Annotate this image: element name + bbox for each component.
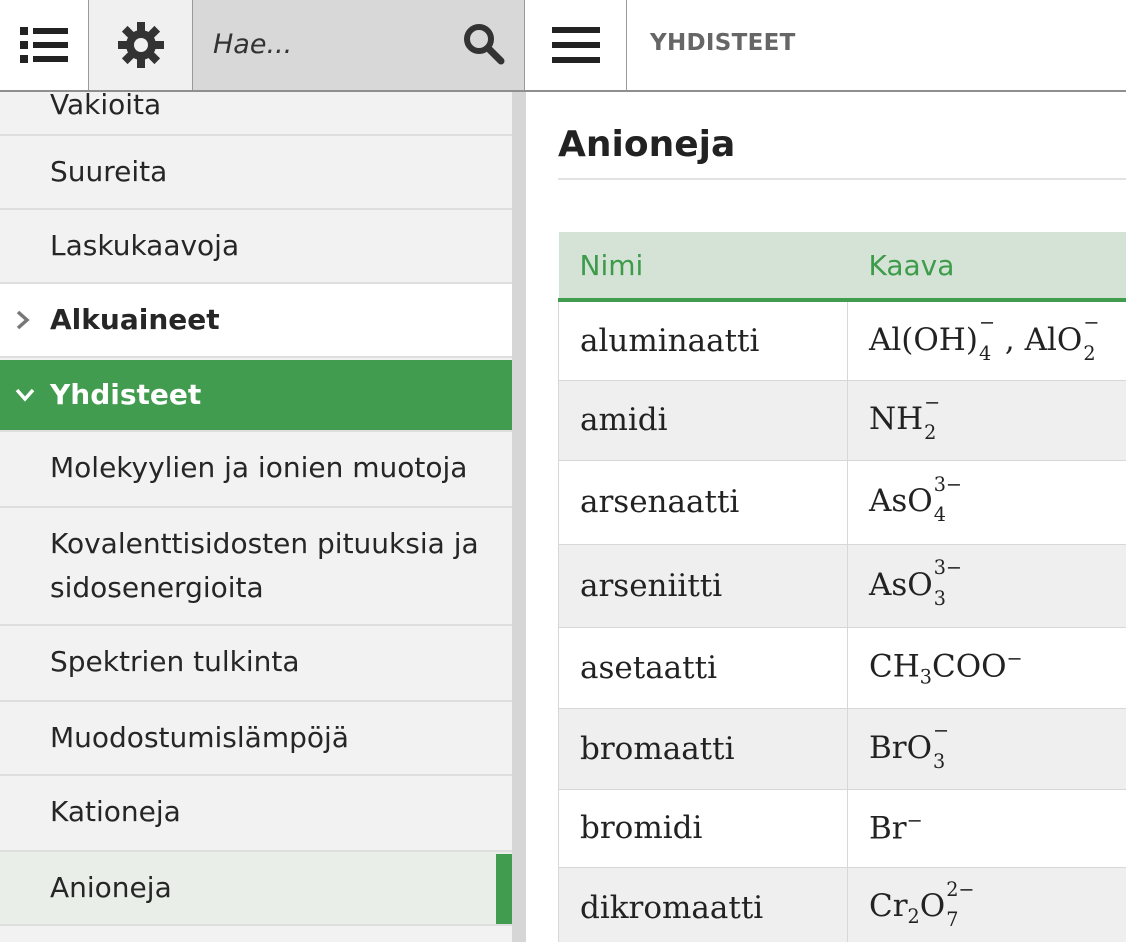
sidebar-item-label-line2: sidosenergioita [50,571,264,604]
gear-icon [117,22,164,68]
sidebar-item-vakioita[interactable]: Vakioita [0,92,512,136]
anion-name: arsenaatti [558,459,848,545]
column-header-formula[interactable]: Kaava [847,232,1126,302]
sidebar-item-muodostumislampoja[interactable]: Muodostumislämpöjä [0,702,512,776]
anion-name: asetaatti [558,626,848,709]
table-row: arsenaatti AsO 3− 4 [558,459,1126,545]
table-row: dikromaatti Cr2O 2− 7 [558,866,1126,942]
sidebar: Vakioita Suureita Laskukaavoja Alkuainee… [0,92,526,942]
sidebar-item-molekyylien-muotoja[interactable]: Molekyylien ja ionien muotoja [0,432,512,508]
sidebar-item-label: Kovalenttisidosten pituuksia ja [50,527,479,560]
anion-name: arseniitti [558,543,848,628]
table-row: bromaatti BrO −3 [558,707,1126,790]
sidebar-item-label: Yhdisteet [50,378,202,411]
current-page-indicator [496,854,512,924]
anion-formula: CH3COO− [847,626,1126,709]
section-title: YHDISTEET [650,30,796,56]
table-row: bromidi Br− [558,788,1126,868]
anion-formula: BrO −3 [847,707,1126,790]
sidebar-item-suureita[interactable]: Suureita [0,136,512,210]
anions-table: Nimi Kaava aluminaatti Al(OH) −4 , AlO −2 … [558,232,1126,942]
table-row: amidi NH −2 [558,379,1126,461]
page-title: Anioneja [558,124,736,165]
sidebar-item-label: Muodostumislämpöjä [50,721,349,754]
sidebar-item-laskukaavoja[interactable]: Laskukaavoja [0,210,512,284]
anion-formula: Cr2O 2− 7 [847,866,1126,942]
main-content: Anioneja Nimi Kaava aluminaatti Al(OH) −4… [526,92,1126,942]
sidebar-item-label: Anioneja [50,871,172,904]
hamburger-icon [552,27,600,63]
toc-button[interactable] [0,0,89,90]
sidebar-item-label: Vakioita [50,92,162,121]
anion-formula: Al(OH) −4 , AlO −2 [847,299,1126,381]
sidebar-item-anioneja[interactable]: Anioneja [0,852,512,926]
sidebar-item-label: Laskukaavoja [50,229,240,262]
anion-formula: AsO 3− 3 [847,543,1126,628]
table-row: aluminaatti Al(OH) −4 , AlO −2 [558,299,1126,381]
sidebar-item-label: Suureita [50,155,168,188]
title-divider [558,178,1126,180]
settings-button[interactable] [89,0,193,90]
search-box [193,0,525,90]
anion-name: dikromaatti [558,866,848,942]
sidebar-item-alkuaineet[interactable]: Alkuaineet [0,284,512,358]
menu-button[interactable] [526,0,627,90]
sidebar-item-label: Alkuaineet [50,303,220,336]
anion-formula: Br− [847,788,1126,868]
anion-name: bromaatti [558,707,848,790]
sidebar-item-yhdisteet[interactable]: Yhdisteet [0,360,512,432]
sidebar-item-spektrien-tulkinta[interactable]: Spektrien tulkinta [0,626,512,702]
anion-formula: AsO 3− 4 [847,459,1126,545]
anion-name: bromidi [558,788,848,868]
column-header-name[interactable]: Nimi [558,232,848,302]
chevron-right-icon [16,310,30,330]
search-input[interactable] [213,22,453,66]
anion-formula: NH −2 [847,379,1126,461]
table-row: asetaatti CH3COO− [558,626,1126,709]
sidebar-item-kationeja[interactable]: Kationeja [0,776,512,852]
sidebar-item-label: Kationeja [50,795,181,828]
anion-name: amidi [558,379,848,461]
top-toolbar: YHDISTEET [0,0,1126,92]
table-header-row: Nimi Kaava [558,232,1126,302]
sidebar-item-label: Spektrien tulkinta [50,645,300,678]
anion-name: aluminaatti [558,299,848,381]
search-icon[interactable] [462,22,506,66]
list-icon [20,27,68,63]
table-row: arseniitti AsO 3− 3 [558,543,1126,628]
chevron-down-icon [15,388,35,402]
sidebar-item-kovalenttisidokset[interactable]: Kovalenttisidosten pituuksia ja sidosene… [0,508,512,626]
sidebar-item-label: Molekyylien ja ionien muotoja [50,451,468,484]
